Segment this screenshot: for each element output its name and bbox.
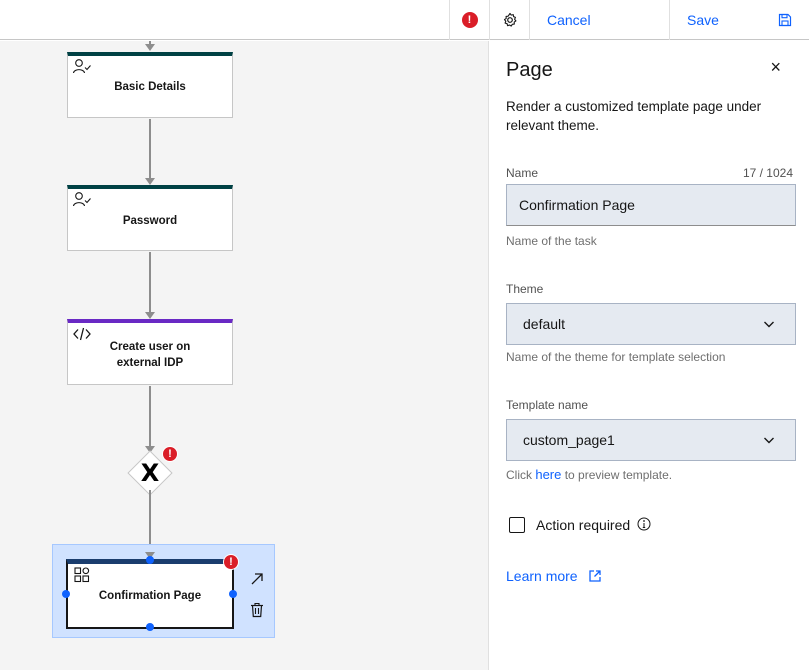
theme-helper-text: Name of the theme for template selection — [506, 350, 726, 364]
name-input[interactable]: Confirmation Page — [506, 184, 796, 226]
node-label: Confirmation Page — [98, 590, 202, 602]
error-indicator-button[interactable]: ! — [449, 0, 489, 40]
cancel-button[interactable]: Cancel — [529, 0, 669, 40]
panel-title: Page — [506, 59, 553, 81]
trash-icon[interactable] — [250, 602, 264, 618]
user-check-icon — [72, 192, 91, 207]
settings-button[interactable] — [489, 0, 529, 40]
flow-node-password[interactable]: Password — [67, 185, 233, 251]
name-input-value: Confirmation Page — [519, 197, 635, 213]
action-required-checkbox[interactable] — [509, 517, 525, 533]
learn-more-label: Learn more — [506, 568, 578, 584]
open-icon[interactable] — [250, 572, 264, 586]
close-icon[interactable]: × — [770, 57, 781, 78]
error-icon: ! — [461, 12, 478, 28]
connector-arrow — [145, 178, 155, 185]
connector-arrow — [145, 44, 155, 51]
chevron-down-icon — [764, 321, 774, 328]
launch-icon — [588, 570, 601, 582]
name-field-label: Name — [506, 166, 539, 180]
properties-panel: Page × Render a customized template page… — [490, 41, 809, 670]
theme-select-value: default — [523, 316, 566, 332]
template-helper-suffix: to preview template. — [561, 468, 673, 482]
gear-icon — [503, 12, 516, 27]
theme-field-label: Theme — [506, 282, 544, 296]
resize-handle-left[interactable] — [62, 590, 70, 598]
node-label-line2: external IDP — [116, 357, 184, 369]
cancel-button-label: Cancel — [547, 12, 591, 28]
name-char-count: 17 / 1024 — [742, 166, 793, 180]
action-required-text: Action required — [536, 517, 631, 533]
node-error-badge: ! — [223, 554, 239, 570]
template-select[interactable]: custom_page1 — [506, 419, 796, 461]
info-icon[interactable] — [637, 517, 651, 531]
template-select-value: custom_page1 — [523, 432, 615, 448]
resize-handle-top[interactable] — [146, 556, 154, 564]
top-toolbar: ! Cancel Save — [0, 0, 809, 40]
resize-handle-right[interactable] — [229, 590, 237, 598]
preview-template-link[interactable]: here — [535, 467, 561, 482]
template-field-label: Template name — [506, 398, 589, 412]
template-icon — [74, 567, 90, 583]
theme-select[interactable]: default — [506, 303, 796, 345]
chevron-down-icon — [764, 437, 774, 444]
flow-node-create-user-external-idp[interactable]: Create user on external IDP — [67, 319, 233, 385]
node-label: Basic Details — [114, 81, 186, 93]
name-helper-text: Name of the task — [506, 234, 597, 248]
flow-canvas[interactable]: Basic Details Password Create user on ex… — [0, 41, 489, 670]
flow-node-basic-details[interactable]: Basic Details — [67, 52, 233, 118]
resize-handle-bottom[interactable] — [146, 623, 154, 631]
node-label-line1: Create user on — [109, 341, 191, 353]
floppy-disk-icon — [778, 13, 792, 27]
panel-description: Render a customized template page under … — [506, 99, 762, 133]
gateway-error-badge: ! — [162, 446, 178, 462]
action-required-label: Action required — [536, 517, 651, 533]
template-helper-text: Click here to preview template. — [506, 467, 672, 482]
template-helper-prefix: Click — [506, 468, 536, 482]
connector — [149, 252, 151, 314]
learn-more-link[interactable]: Learn more — [506, 568, 602, 584]
save-button-label: Save — [687, 12, 719, 28]
flow-node-confirmation-page[interactable]: Confirmation Page — [66, 559, 234, 629]
connector — [149, 119, 151, 180]
connector — [149, 386, 151, 449]
user-check-icon — [72, 59, 91, 74]
save-button[interactable]: Save — [669, 0, 809, 40]
gateway-label: X — [140, 459, 160, 487]
connector-arrow — [145, 312, 155, 319]
node-label: Password — [122, 215, 178, 227]
